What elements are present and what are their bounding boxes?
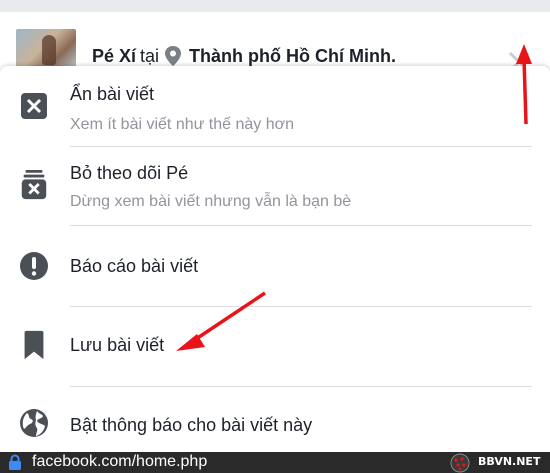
menu-item-turn-on-notifications[interactable]: Bật thông báo cho bài viết này (0, 387, 550, 452)
menu-item-subtitle: Dừng xem bài viết nhưng vẫn là bạn bè (70, 193, 352, 210)
menu-item-unfollow[interactable]: Bỏ theo dõi Pé Dừng xem bài viết nhưng v… (0, 147, 550, 225)
post-location[interactable]: Thành phố Hồ Chí Minh. (189, 46, 396, 67)
post-at-word: tại (140, 45, 160, 66)
menu-item-title: Lưu bài viết (70, 335, 165, 355)
menu-item-subtitle: Xem ít bài viết như thế này hơn (70, 116, 294, 133)
post-author-line: Pé Xí tại Thành phố Hồ Chí Minh. (92, 45, 396, 67)
menu-item-hide-post[interactable]: Ẩn bài viết Xem ít bài viết như thế này … (0, 66, 550, 146)
location-pin-icon (165, 46, 182, 66)
post-author-name[interactable]: Pé Xí (92, 46, 136, 67)
hide-post-icon (21, 93, 47, 119)
browser-url[interactable]: facebook.com/home.php (32, 453, 207, 471)
menu-item-save-post[interactable]: Lưu bài viết (0, 307, 550, 386)
report-icon (20, 252, 48, 280)
bookmark-icon (24, 330, 44, 360)
globe-icon (20, 409, 48, 437)
watermark-text: BBVN.NET (478, 455, 541, 468)
post-options-menu: Ẩn bài viết Xem ít bài viết như thế này … (0, 66, 550, 452)
menu-item-title: Bỏ theo dõi Pé (70, 163, 189, 183)
post-header: Pé Xí tại Thành phố Hồ Chí Minh. (0, 12, 550, 73)
lock-icon (9, 454, 21, 470)
avatar[interactable] (16, 29, 76, 69)
feed-background-strip (0, 0, 550, 12)
menu-item-title: Ẩn bài viết (70, 84, 155, 104)
menu-item-title: Bật thông báo cho bài viết này (70, 415, 313, 435)
menu-item-title: Báo cáo bài viết (70, 256, 199, 276)
menu-item-report-post[interactable]: Báo cáo bài viết (0, 226, 550, 306)
unfollow-icon (21, 169, 47, 200)
